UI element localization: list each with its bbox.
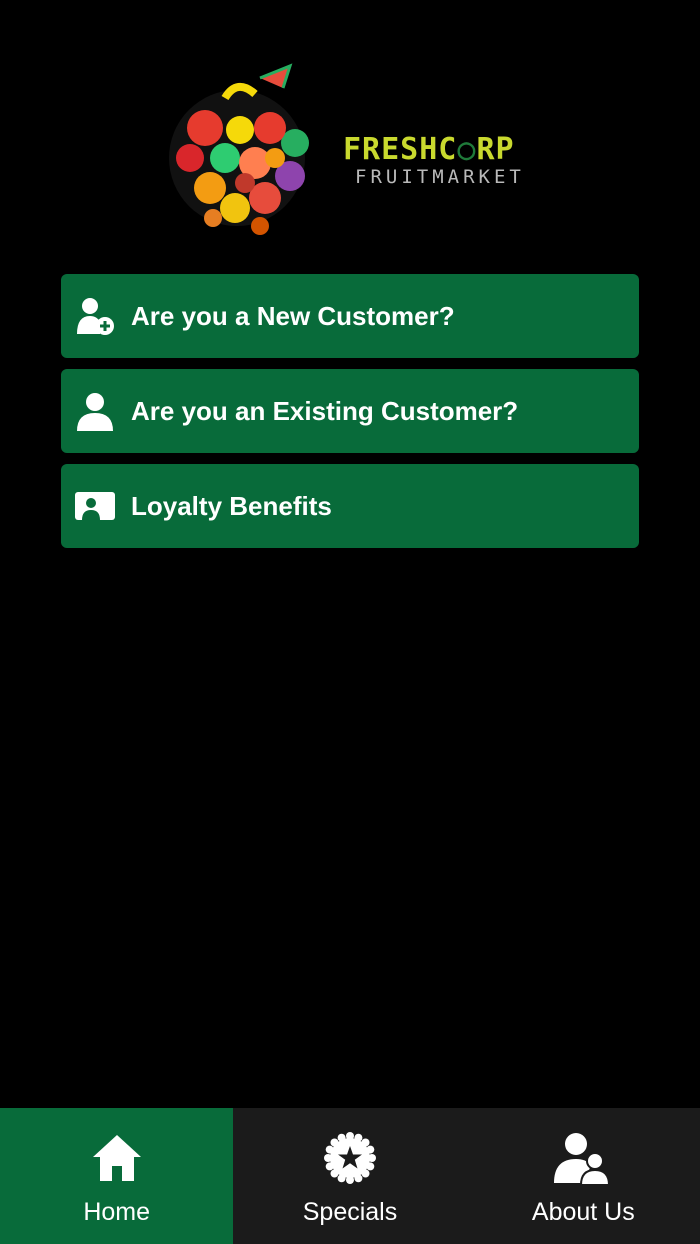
existing-customer-button[interactable]: Are you an Existing Customer? [61, 369, 639, 453]
new-customer-label: Are you a New Customer? [131, 300, 455, 331]
tab-specials-label: Specials [302, 1198, 398, 1226]
tab-specials[interactable]: Specials [233, 1108, 466, 1244]
fruit-apple-logo-icon [169, 63, 309, 235]
new-customer-button[interactable]: Are you a New Customer? [61, 274, 639, 358]
user-icon [73, 389, 117, 433]
star-badge-icon [320, 1130, 380, 1186]
loyalty-benefits-button[interactable]: Loyalty Benefits [61, 464, 639, 548]
loyalty-card-icon [73, 484, 117, 528]
existing-customer-label: Are you an Existing Customer? [131, 395, 519, 426]
people-icon [553, 1130, 613, 1186]
home-icon [87, 1130, 147, 1186]
add-user-icon [73, 294, 117, 338]
loyalty-benefits-label: Loyalty Benefits [131, 490, 332, 521]
brand-apple-o-icon: ○ [457, 132, 477, 167]
brand-name: FRESHC○RP [343, 132, 515, 167]
home-menu: Are you a New Customer? Are you an Exist… [61, 274, 639, 559]
brand-subtitle: FRUITMARKET [355, 166, 525, 188]
brand-logo: FRESHC○RP FRUITMARKET [165, 58, 545, 248]
tab-about-us-label: About Us [531, 1198, 635, 1226]
tab-home[interactable]: Home [0, 1108, 234, 1244]
bottom-tab-bar: Home Specials About Us [0, 1108, 700, 1244]
tab-about-us[interactable]: About Us [467, 1108, 700, 1244]
tab-home-label: Home [83, 1198, 150, 1226]
